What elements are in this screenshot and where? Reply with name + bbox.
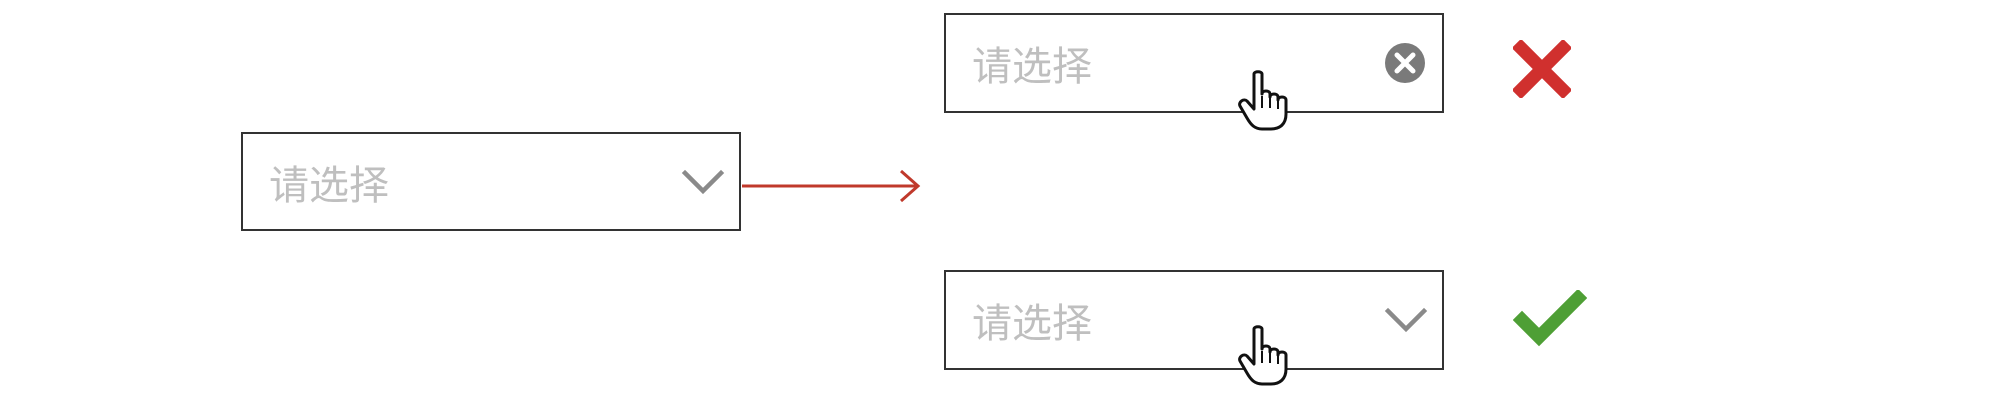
chevron-down-icon[interactable] <box>1384 305 1428 335</box>
select-hover-arrow[interactable]: 请选择 <box>944 270 1444 370</box>
select-placeholder: 请选择 <box>972 301 1092 347</box>
select-placeholder: 请选择 <box>269 162 389 209</box>
select-placeholder: 请选择 <box>972 44 1092 90</box>
clear-circle-icon[interactable] <box>1384 42 1426 84</box>
chevron-down-icon[interactable] <box>681 167 725 197</box>
check-icon <box>1513 290 1587 347</box>
select-default[interactable]: 请选择 <box>241 132 741 231</box>
select-hover-clear[interactable]: 请选择 <box>944 13 1444 113</box>
hand-pointer-icon <box>1238 70 1288 131</box>
cross-icon <box>1513 40 1571 98</box>
arrow-right-icon <box>742 169 921 203</box>
hand-pointer-icon <box>1238 325 1288 386</box>
